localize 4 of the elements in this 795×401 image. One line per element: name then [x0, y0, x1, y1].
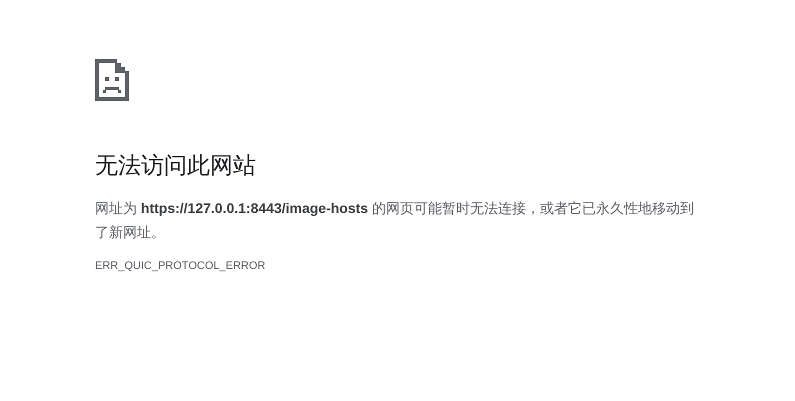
sad-page-icon [95, 59, 129, 101]
error-heading: 无法访问此网站 [95, 151, 256, 179]
error-code: ERR_QUIC_PROTOCOL_ERROR [95, 260, 266, 272]
error-message: 网址为 https://127.0.0.1:8443/image-hosts 的网页可能暂时无法连接，或者它已永久性地移动到了新网址。 [95, 199, 695, 242]
